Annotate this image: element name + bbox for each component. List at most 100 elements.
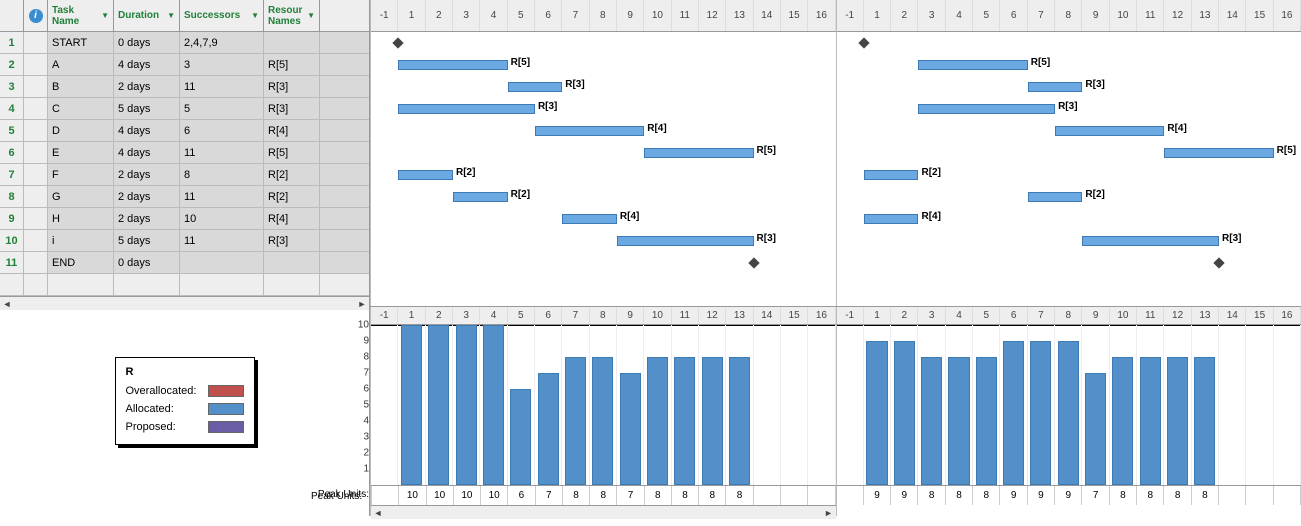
duration-cell[interactable]: 2 days <box>114 164 180 185</box>
scroll-right-icon[interactable]: ► <box>355 297 369 310</box>
gantt-bar[interactable] <box>398 60 507 70</box>
task-name-cell[interactable]: START <box>48 32 114 53</box>
row-number[interactable]: 4 <box>0 98 24 119</box>
scroll-left-icon[interactable]: ◄ <box>371 506 385 519</box>
successors-cell[interactable] <box>180 252 264 273</box>
hist-bar[interactable] <box>538 373 559 485</box>
row-number[interactable]: 7 <box>0 164 24 185</box>
successors-cell[interactable]: 3 <box>180 54 264 75</box>
task-name-cell[interactable]: F <box>48 164 114 185</box>
info-cell[interactable] <box>24 164 48 185</box>
scroll-right-icon[interactable]: ► <box>822 506 836 519</box>
duration-cell[interactable]: 5 days <box>114 230 180 251</box>
hist-bar[interactable] <box>976 357 997 485</box>
table-row-blank[interactable] <box>0 274 369 296</box>
info-cell[interactable] <box>24 208 48 229</box>
task-name-cell[interactable]: H <box>48 208 114 229</box>
gantt-left[interactable]: -112345678910111213141516 R[5]R[3]R[3]R[… <box>370 0 836 306</box>
duration-cell[interactable]: 4 days <box>114 54 180 75</box>
gantt-bar[interactable] <box>864 214 919 224</box>
hist-bar[interactable] <box>428 325 449 485</box>
duration-cell[interactable]: 0 days <box>114 252 180 273</box>
successors-cell[interactable]: 5 <box>180 98 264 119</box>
successors-cell[interactable]: 11 <box>180 142 264 163</box>
gantt-bar[interactable] <box>1055 126 1164 136</box>
info-cell[interactable] <box>24 230 48 251</box>
gantt-bar[interactable] <box>1028 82 1083 92</box>
gantt-bar[interactable] <box>398 104 535 114</box>
scroll-left-icon[interactable]: ◄ <box>0 297 14 310</box>
hist-bar[interactable] <box>647 357 668 485</box>
info-column-header[interactable]: i <box>24 0 48 31</box>
table-row[interactable]: 5D4 days6R[4] <box>0 120 369 142</box>
hist-bar[interactable] <box>1194 357 1215 485</box>
task-name-cell[interactable]: END <box>48 252 114 273</box>
resources-cell[interactable]: R[3] <box>264 230 320 251</box>
duration-cell[interactable]: 2 days <box>114 208 180 229</box>
successors-header[interactable]: Successors▼ <box>180 0 264 31</box>
milestone[interactable] <box>1213 257 1224 268</box>
hist-bar[interactable] <box>948 357 969 485</box>
hist-bar[interactable] <box>894 341 915 485</box>
gantt-right[interactable]: -112345678910111213141516 R[5]R[3]R[3]R[… <box>836 0 1301 306</box>
resources-cell[interactable] <box>264 252 320 273</box>
info-cell[interactable] <box>24 142 48 163</box>
gantt-bar[interactable] <box>508 82 563 92</box>
resources-cell[interactable]: R[4] <box>264 120 320 141</box>
table-row[interactable]: 3B2 days11R[3] <box>0 76 369 98</box>
row-number[interactable]: 9 <box>0 208 24 229</box>
gantt-bar[interactable] <box>1028 192 1083 202</box>
milestone[interactable] <box>748 257 759 268</box>
duration-cell[interactable]: 5 days <box>114 98 180 119</box>
gantt-bar[interactable] <box>918 104 1055 114</box>
task-name-cell[interactable]: C <box>48 98 114 119</box>
resources-cell[interactable]: R[5] <box>264 142 320 163</box>
successors-cell[interactable]: 6 <box>180 120 264 141</box>
task-name-cell[interactable]: i <box>48 230 114 251</box>
table-row[interactable]: 9H2 days10R[4] <box>0 208 369 230</box>
table-row[interactable]: 6E4 days11R[5] <box>0 142 369 164</box>
hist-bar[interactable] <box>483 325 504 485</box>
row-number[interactable]: 5 <box>0 120 24 141</box>
info-cell[interactable] <box>24 120 48 141</box>
hist-bar[interactable] <box>674 357 695 485</box>
table-row[interactable]: 8G2 days11R[2] <box>0 186 369 208</box>
milestone[interactable] <box>393 37 404 48</box>
gantt-bar[interactable] <box>398 170 453 180</box>
resources-cell[interactable]: R[3] <box>264 98 320 119</box>
table-row[interactable]: 4 C5 days5R[3] <box>0 98 369 120</box>
milestone[interactable] <box>858 37 869 48</box>
duration-header[interactable]: Duration▼ <box>114 0 180 31</box>
hist-bar[interactable] <box>620 373 641 485</box>
row-number[interactable]: 6 <box>0 142 24 163</box>
duration-cell[interactable]: 4 days <box>114 142 180 163</box>
gantt-bar[interactable] <box>864 170 919 180</box>
hist-bar[interactable] <box>1167 357 1188 485</box>
resources-cell[interactable]: R[2] <box>264 164 320 185</box>
hist-bar[interactable] <box>866 341 887 485</box>
hist-bar[interactable] <box>1085 373 1106 485</box>
gantt-bar[interactable] <box>453 192 508 202</box>
hist-bar[interactable] <box>1058 341 1079 485</box>
duration-cell[interactable]: 4 days <box>114 120 180 141</box>
successors-cell[interactable]: 8 <box>180 164 264 185</box>
resources-cell[interactable]: R[5] <box>264 54 320 75</box>
table-hscroll[interactable]: ◄ ► <box>0 296 369 310</box>
duration-cell[interactable]: 2 days <box>114 186 180 207</box>
hist-hscroll[interactable]: ◄ ► <box>371 505 836 519</box>
gantt-bar[interactable] <box>1082 236 1219 246</box>
row-number[interactable]: 1 <box>0 32 24 53</box>
successors-cell[interactable]: 2,4,7,9 <box>180 32 264 53</box>
hist-bar[interactable] <box>1112 357 1133 485</box>
successors-cell[interactable]: 11 <box>180 76 264 97</box>
task-name-cell[interactable]: G <box>48 186 114 207</box>
table-row[interactable]: 7 F2 days8R[2] <box>0 164 369 186</box>
table-row[interactable]: 2A4 days3R[5] <box>0 54 369 76</box>
successors-cell[interactable]: 11 <box>180 186 264 207</box>
resources-cell[interactable]: R[2] <box>264 186 320 207</box>
row-number[interactable]: 11 <box>0 252 24 273</box>
resources-cell[interactable] <box>264 32 320 53</box>
hist-bar[interactable] <box>510 389 531 485</box>
hist-bar[interactable] <box>729 357 750 485</box>
gantt-bar[interactable] <box>644 148 753 158</box>
